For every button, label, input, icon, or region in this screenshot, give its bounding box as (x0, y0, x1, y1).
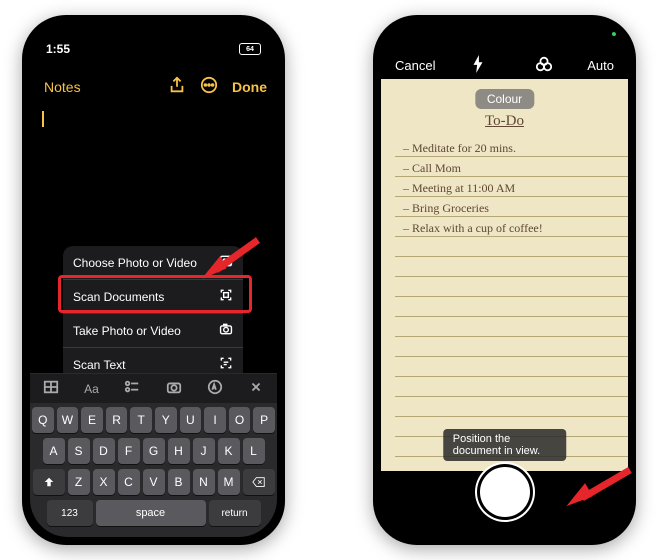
key[interactable]: P (253, 407, 275, 433)
cancel-button[interactable]: Cancel (395, 58, 435, 73)
key[interactable]: J (193, 438, 215, 464)
battery-icon: 64 (239, 43, 261, 55)
key[interactable]: Q (32, 407, 54, 433)
table-icon[interactable] (43, 379, 59, 400)
camera-in-use-dot (612, 32, 616, 36)
key[interactable]: L (243, 438, 265, 464)
key[interactable]: G (143, 438, 165, 464)
status-time: 1:55 (46, 42, 70, 56)
text-cursor (42, 111, 44, 127)
key[interactable]: B (168, 469, 190, 495)
menu-item-take-photo[interactable]: Take Photo or Video (63, 314, 243, 348)
key[interactable]: T (130, 407, 152, 433)
key[interactable]: K (218, 438, 240, 464)
key[interactable]: Y (155, 407, 177, 433)
filter-icon[interactable] (535, 55, 553, 76)
share-icon[interactable] (168, 76, 186, 99)
keyboard-row-3: Z X C V B N M (32, 469, 275, 495)
emoji-key[interactable] (44, 533, 60, 537)
keyboard-row-4: 123 space return (32, 500, 275, 526)
more-icon[interactable] (200, 76, 218, 99)
back-button[interactable]: Notes (40, 79, 81, 95)
menu-item-label: Scan Documents (73, 290, 164, 304)
notch (465, 29, 545, 51)
key[interactable]: Z (68, 469, 90, 495)
close-toolbar-icon[interactable] (248, 379, 264, 400)
done-button[interactable]: Done (232, 79, 267, 95)
notepad-line: – Call Mom (403, 158, 606, 178)
key[interactable]: E (81, 407, 103, 433)
notepad-line: – Meditate for 20 mins. (403, 138, 606, 158)
keyboard-row-2: A S D F G H J K L (32, 438, 275, 464)
return-key[interactable]: return (209, 500, 261, 526)
notepad-title: To-Do (403, 113, 606, 130)
shutter-button[interactable] (480, 467, 530, 517)
key[interactable]: N (193, 469, 215, 495)
backspace-key[interactable] (243, 469, 275, 495)
notepad-line: – Bring Groceries (403, 198, 606, 218)
markup-icon[interactable] (207, 379, 223, 400)
scan-icon (219, 288, 233, 305)
scanner-viewfinder[interactable]: To-Do – Meditate for 20 mins. – Call Mom… (381, 79, 628, 471)
format-aa-button[interactable]: Aa (84, 382, 99, 396)
notes-nav-bar: Notes Done (30, 69, 277, 105)
key[interactable]: D (93, 438, 115, 464)
shift-key[interactable] (33, 469, 65, 495)
key[interactable]: C (118, 469, 140, 495)
key[interactable]: V (143, 469, 165, 495)
key[interactable]: O (229, 407, 251, 433)
key[interactable]: F (118, 438, 140, 464)
key[interactable]: R (106, 407, 128, 433)
menu-item-label: Take Photo or Video (73, 324, 181, 338)
key[interactable]: S (68, 438, 90, 464)
key[interactable]: U (180, 407, 202, 433)
scanner-hint: Position the document in view. (443, 429, 567, 461)
text-scan-icon (219, 356, 233, 373)
notepad-line: – Meeting at 11:00 AM (403, 178, 606, 198)
status-indicators (612, 32, 616, 36)
checklist-icon[interactable] (124, 379, 140, 400)
key[interactable]: W (57, 407, 79, 433)
key[interactable]: A (43, 438, 65, 464)
annotation-arrow-right (560, 460, 640, 520)
menu-item-label: Scan Text (73, 358, 125, 372)
notepad-line: – Relax with a cup of coffee! (403, 218, 606, 238)
back-label: Notes (44, 79, 81, 95)
numbers-key[interactable]: 123 (47, 500, 93, 526)
annotation-arrow-left (198, 230, 268, 290)
auto-button[interactable]: Auto (587, 58, 614, 73)
note-editor[interactable] (30, 105, 277, 133)
mic-key[interactable] (247, 533, 263, 537)
key[interactable]: H (168, 438, 190, 464)
key[interactable]: I (204, 407, 226, 433)
notch (114, 29, 194, 51)
menu-item-label: Choose Photo or Video (73, 256, 197, 270)
keyboard-row-1: Q W E R T Y U I O P (32, 407, 275, 433)
flash-icon[interactable] (469, 55, 487, 76)
keyboard[interactable]: Q W E R T Y U I O P A S D F G H J K L (30, 403, 277, 537)
key[interactable]: X (93, 469, 115, 495)
space-key[interactable]: space (96, 500, 206, 526)
camera-icon (219, 322, 233, 339)
key[interactable]: M (218, 469, 240, 495)
camera-toolbar-icon[interactable] (166, 379, 182, 400)
keyboard-toolbar: Aa (30, 373, 277, 404)
